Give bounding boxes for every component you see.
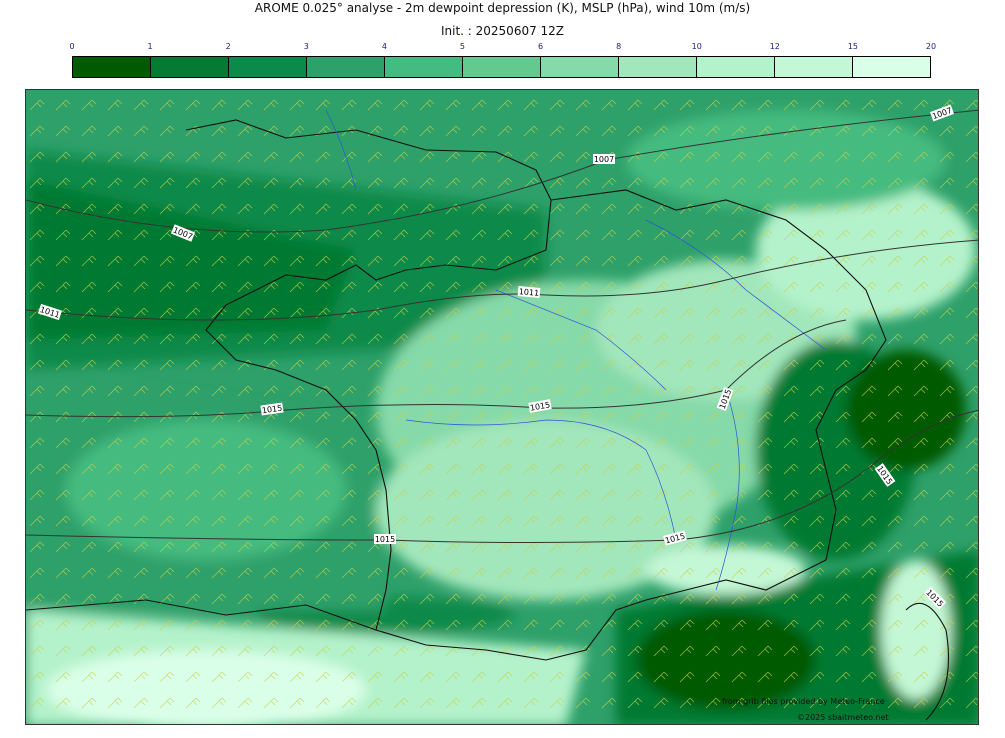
colorbar-segment <box>307 57 385 77</box>
colorbar-segment <box>385 57 463 77</box>
colorbar-tick-label: 8 <box>616 42 622 51</box>
colorbar-segment <box>619 57 697 77</box>
svg-text:1007: 1007 <box>594 155 614 164</box>
colorbar-tick-label: 4 <box>381 42 387 51</box>
colorbar-segment <box>229 57 307 77</box>
isobar-label: 1007 <box>593 154 615 164</box>
isobar-label: 1011 <box>517 286 541 298</box>
init-time: Init. : 20250607 12Z <box>440 24 565 38</box>
colorbar-tick-label: 12 <box>769 42 780 51</box>
colorbar-tick-label: 6 <box>537 42 544 51</box>
colorbar-segment <box>541 57 619 77</box>
colorbar-tick-label: 3 <box>303 42 309 51</box>
grib-credit: from grib files provided by Meteo-France <box>722 697 885 706</box>
colorbar <box>72 56 931 78</box>
isobar-label: 1015 <box>374 534 396 544</box>
colorbar-segment <box>73 57 151 77</box>
colorbar-segment <box>775 57 853 77</box>
map-canvas: 100710071007101110111015 1015 101510151015… <box>26 90 978 724</box>
colorbar-segment <box>463 57 541 77</box>
colorbar-tick-label: 5 <box>459 42 465 51</box>
weather-map: 1007 1007 1007 1011 1011 1015 1015 1015 1015 1015… <box>25 89 979 725</box>
colorbar-tick-label: 20 <box>925 42 937 51</box>
site-credit: ©2025 sbaitmeteo.net <box>797 713 889 722</box>
page-title: AROME 0.025° analyse - 2m dewpoint depre… <box>254 1 751 15</box>
colorbar-segment <box>697 57 775 77</box>
svg-text:1015: 1015 <box>375 535 395 544</box>
colorbar-tick-label: 15 <box>847 42 858 51</box>
colorbar-segment <box>853 57 930 77</box>
colorbar-tick-label: 2 <box>225 42 231 51</box>
colorbar-tick-label: 1 <box>147 42 153 51</box>
colorbar-tick-label: 0 <box>69 42 75 51</box>
svg-text:1011: 1011 <box>518 287 539 298</box>
colorbar-tick-label: 10 <box>691 42 702 51</box>
colorbar-segment <box>151 57 229 77</box>
